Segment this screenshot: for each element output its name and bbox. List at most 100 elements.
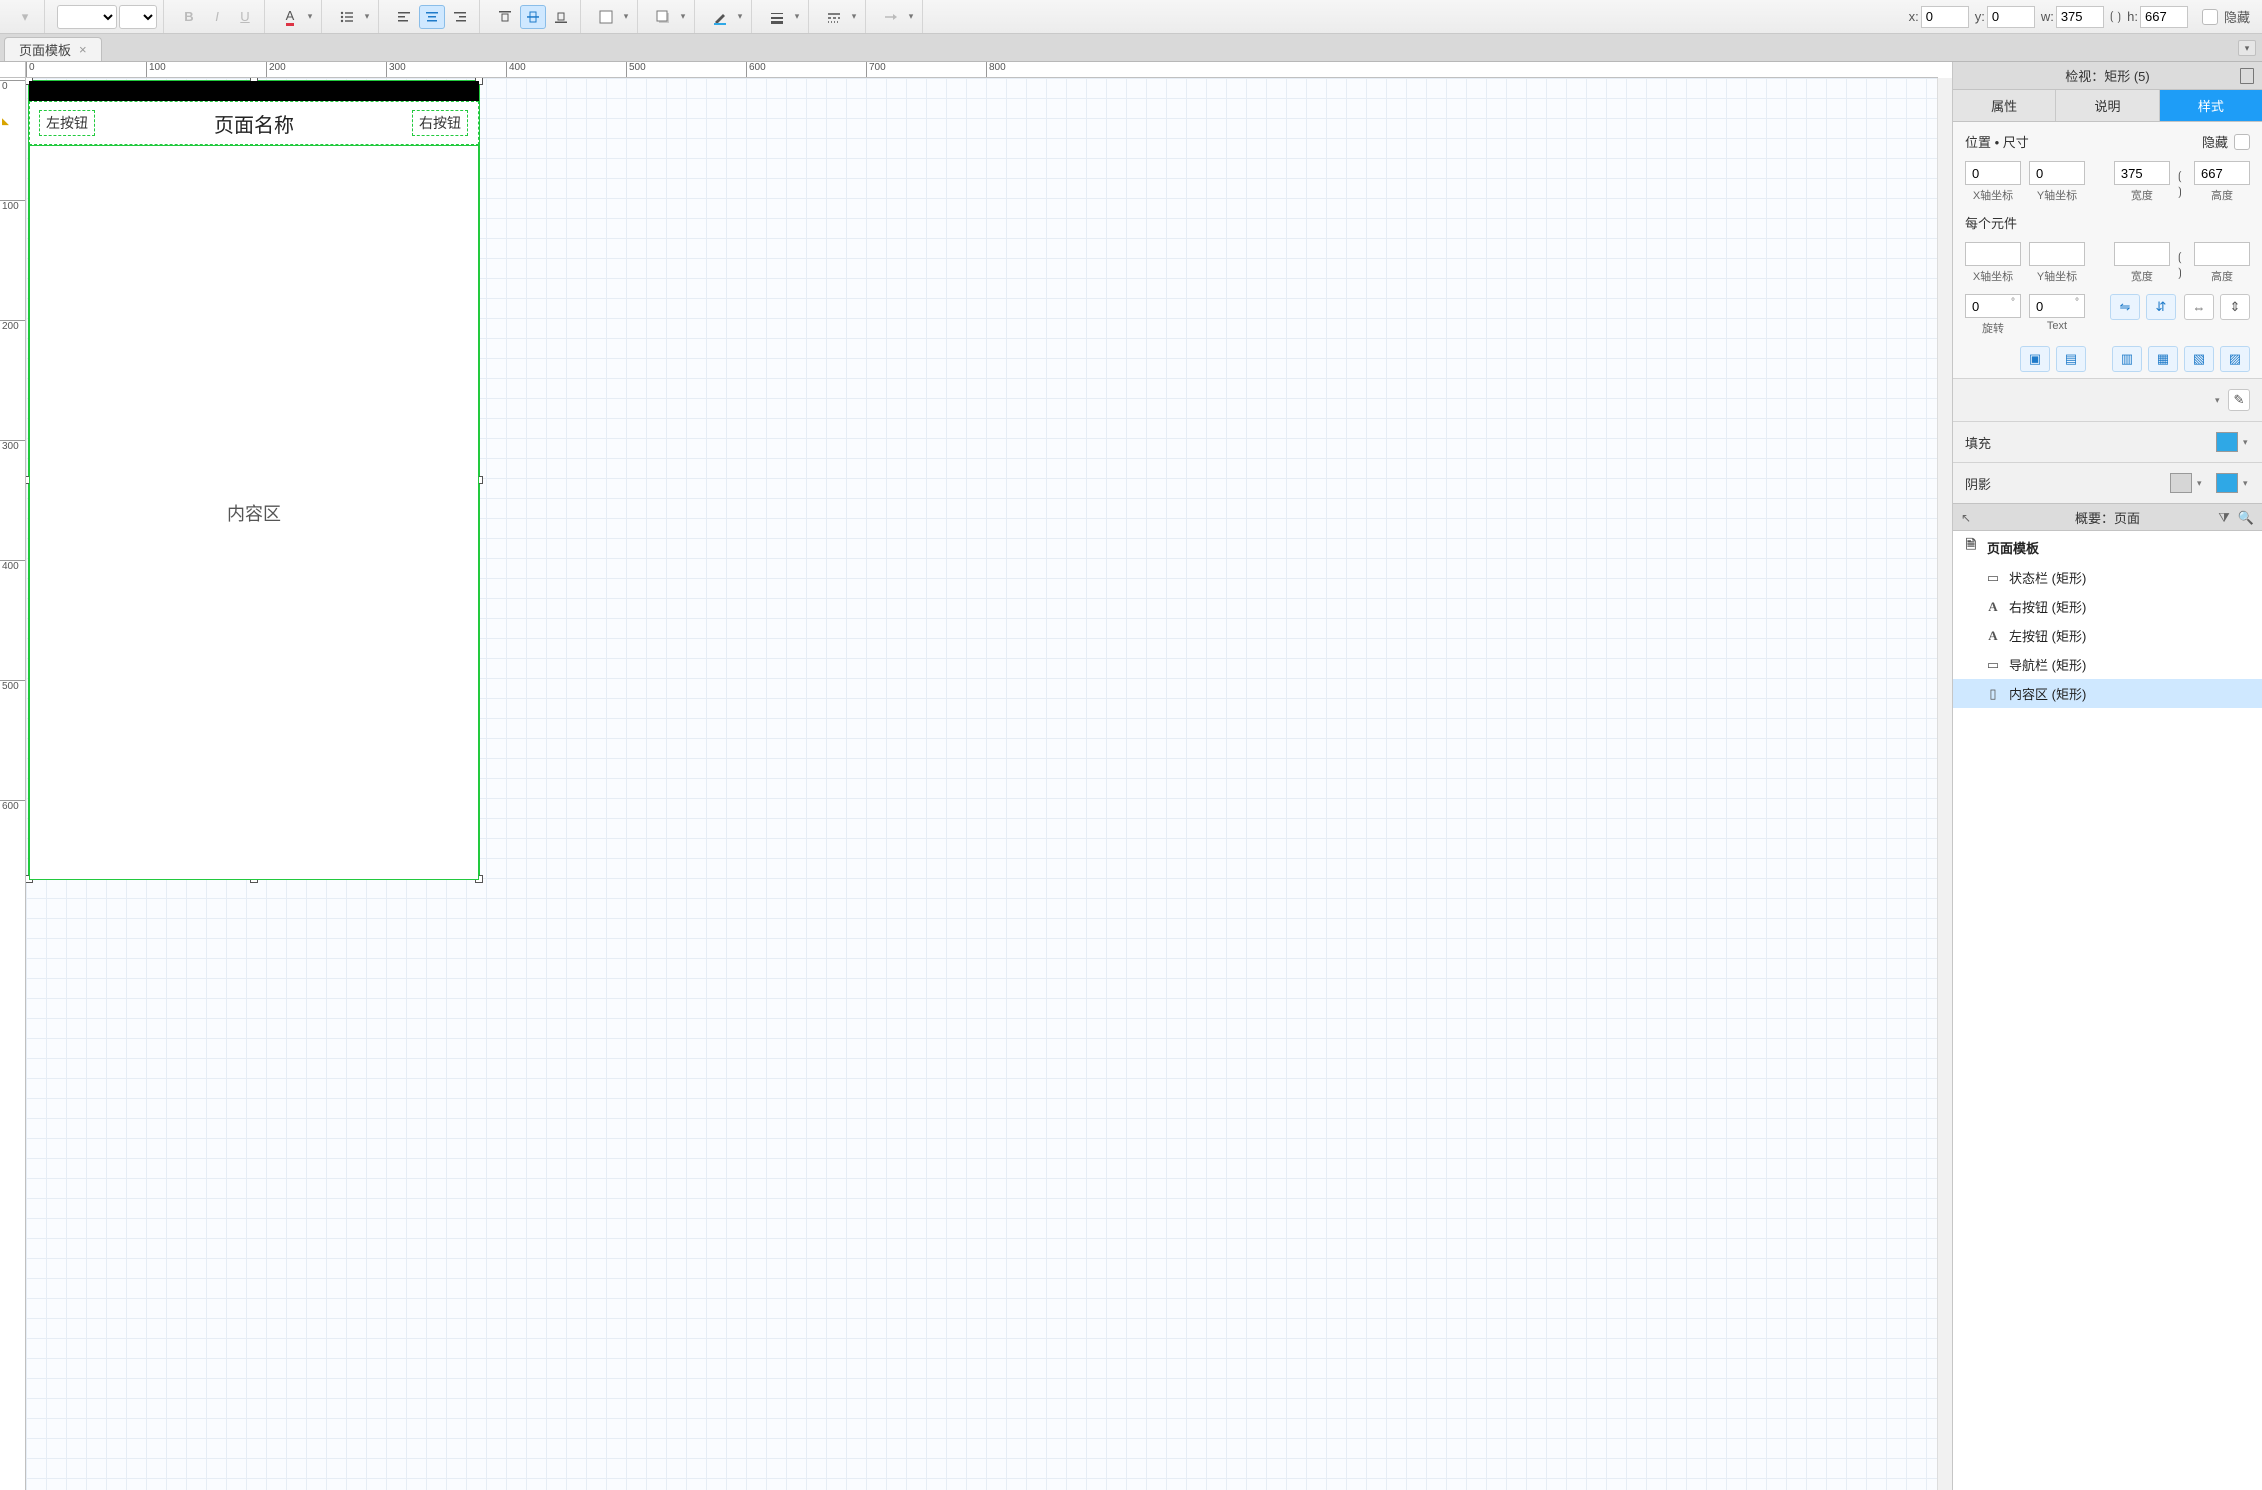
valign-top-button[interactable] [492,5,518,29]
fill-swatch[interactable] [2216,432,2238,452]
doc-icon[interactable] [2240,68,2254,84]
valign-bottom-button[interactable] [548,5,574,29]
arrow-dd[interactable]: ▾ [906,11,916,22]
outline-item[interactable]: 页面模板 [1953,531,2262,563]
bullets-button[interactable] [334,5,360,29]
outline-list[interactable]: 页面模板状态栏 (矩形)右按钮 (矩形)左按钮 (矩形)导航栏 (矩形)内容区 … [1953,531,2262,1490]
align-center-button[interactable] [419,5,445,29]
outline-item[interactable]: 右按钮 (矩形) [1953,592,2262,621]
inspector-body: 位置 • 尺寸 隐藏 X轴坐标 Y轴坐标 宽度 ⟮ ⟯ 高度 每个元件 X [1953,122,2262,378]
insp-y-lab: Y轴坐标 [2037,187,2077,203]
h-input[interactable] [2140,6,2188,28]
order-front-button[interactable]: ▣ [2020,346,2050,372]
outline-header: ↖ 概要：页面 ⧩ 🔍 [1953,503,2262,531]
outline-item[interactable]: 状态栏 (矩形) [1953,563,2262,592]
tabs-overflow-button[interactable]: ▾ [2238,40,2256,56]
box-icon [1985,686,2001,702]
insp-h-input[interactable] [2194,161,2250,185]
hide-checkbox2[interactable] [2234,134,2250,150]
y-input[interactable] [1987,6,2035,28]
italic-button[interactable]: I [204,5,230,29]
right-button-slot[interactable]: 右按钮 [412,110,468,136]
pos-size-label: 位置 • 尺寸 [1965,132,2029,151]
align-left-button[interactable] [391,5,417,29]
preset-dd[interactable]: ▾ [2212,395,2222,406]
insp-y-input[interactable] [2029,161,2085,185]
outline-item[interactable]: 导航栏 (矩形) [1953,650,2262,679]
bullets-dd[interactable]: ▾ [362,11,372,22]
fill-button[interactable] [593,5,619,29]
order-back-button[interactable]: ▥ [2112,346,2142,372]
ruler-v-tick: 300 [0,440,25,452]
ungroup-button[interactable]: ▨ [2220,346,2250,372]
flip-v-button[interactable]: ⇵ [2146,294,2176,320]
inner-shadow-dd[interactable]: ▾ [2240,478,2250,489]
filter-icon[interactable]: ⧩ [2218,510,2230,526]
preset-apply-icon[interactable]: ✎ [2228,389,2250,411]
canvas-stage[interactable]: 页面名称 左按钮 右按钮 内容区 [26,78,1938,1490]
outer-shadow-swatch[interactable] [2170,473,2192,493]
search-icon[interactable]: 🔍 [2238,510,2254,526]
fit-w-button[interactable]: ⇔ [2184,294,2214,320]
right-button-label: 右按钮 [419,113,461,133]
insp-x-input[interactable] [1965,161,2021,185]
line-style-dd[interactable]: ▾ [849,11,859,22]
hide-checkbox[interactable] [2202,9,2218,25]
line-style-button[interactable] [821,5,847,29]
each-y-input[interactable] [2029,242,2085,266]
order-backward-button[interactable]: ▦ [2148,346,2178,372]
font-size-select[interactable] [119,5,157,29]
bold-button[interactable]: B [176,5,202,29]
ruler-vertical[interactable]: ◣ 0100200300400500600 [0,78,26,1490]
shadow-button[interactable] [650,5,676,29]
left-button-slot[interactable]: 左按钮 [39,110,95,136]
tab-desc[interactable]: 说明 [2056,90,2159,121]
top-toolbar: ▾ B I U A ▾ ▾ [0,0,2262,34]
line-width-button[interactable] [764,5,790,29]
each-w-input[interactable] [2114,242,2170,266]
lock-icon2[interactable]: ⟮ ⟯ [2178,246,2186,280]
tab-style[interactable]: 样式 [2160,90,2262,121]
shadow-dd[interactable]: ▾ [678,11,688,22]
ruler-horizontal[interactable]: 0100200300400500600700800 [26,62,1938,78]
x-input[interactable] [1921,6,1969,28]
align-right-button[interactable] [447,5,473,29]
group-button[interactable]: ▧ [2184,346,2214,372]
inspector-header: 检视：矩形 (5) [1953,62,2262,90]
ruler-h-tick: 800 [986,62,1006,77]
content-rect[interactable]: 内容区 [29,145,479,880]
outline-collapse-icon[interactable]: ↖ [1961,511,1971,525]
outline-item[interactable]: 左按钮 (矩形) [1953,621,2262,650]
lock-icon[interactable]: ⟮ ⟯ [2110,9,2121,24]
inner-shadow-swatch[interactable] [2216,473,2238,493]
arrow-button[interactable] [878,5,904,29]
fit-h-button[interactable]: ⇕ [2220,294,2250,320]
outer-shadow-dd[interactable]: ▾ [2194,478,2204,489]
insp-w-input[interactable] [2114,161,2170,185]
line-width-dd[interactable]: ▾ [792,11,802,22]
each-h-input[interactable] [2194,242,2250,266]
text-color-button[interactable]: A [277,5,303,29]
right-panel: 检视：矩形 (5) 属性 说明 样式 位置 • 尺寸 隐藏 X轴坐标 [1952,62,2262,1490]
lock-icon[interactable]: ⟮ ⟯ [2178,165,2186,199]
w-input[interactable] [2056,6,2104,28]
status-bar-rect[interactable] [29,81,479,101]
outline-item[interactable]: 内容区 (矩形) [1953,679,2262,708]
valign-middle-button[interactable] [520,5,546,29]
border-color-button[interactable] [707,5,733,29]
ruler-h-tick: 100 [146,62,166,77]
fill-dd[interactable]: ▾ [621,11,631,22]
tab-page-template[interactable]: 页面模板 × [4,37,102,61]
border-color-dd[interactable]: ▾ [735,11,745,22]
font-family-select[interactable] [57,5,117,29]
order-forward-button[interactable]: ▤ [2056,346,2086,372]
each-x-input[interactable] [1965,242,2021,266]
undo-dd[interactable]: ▾ [12,5,38,29]
canvas[interactable]: 0100200300400500600700800 ◣ 010020030040… [0,62,1952,1490]
text-color-dd[interactable]: ▾ [305,11,315,22]
tab-close-icon[interactable]: × [79,42,87,57]
tab-attr[interactable]: 属性 [1953,90,2056,121]
underline-button[interactable]: U [232,5,258,29]
fill-dd2[interactable]: ▾ [2240,437,2250,448]
flip-h-button[interactable]: ⇋ [2110,294,2140,320]
